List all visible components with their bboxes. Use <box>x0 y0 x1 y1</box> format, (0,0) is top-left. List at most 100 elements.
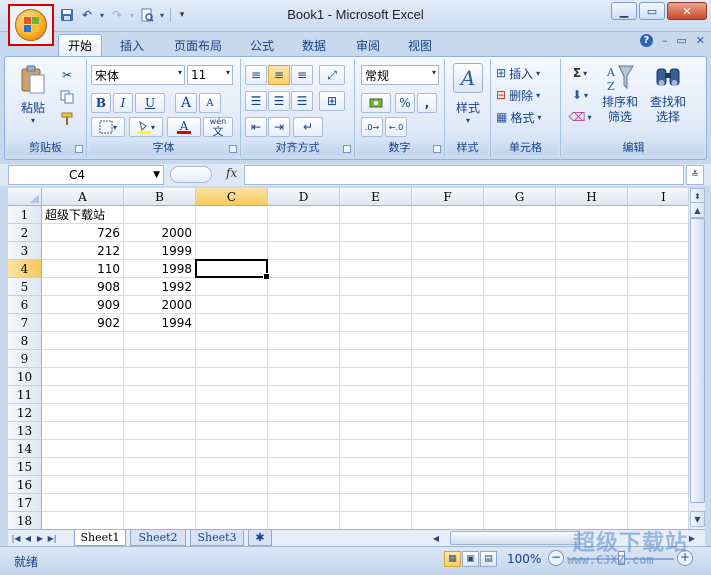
cell-f15[interactable] <box>412 458 484 476</box>
column-header-g[interactable]: G <box>484 188 556 206</box>
prev-sheet-icon[interactable]: ◀ <box>22 531 34 545</box>
cell-b18[interactable] <box>124 512 196 529</box>
cell-g4[interactable] <box>484 260 556 278</box>
cell-i18[interactable] <box>628 512 688 529</box>
formula-input[interactable] <box>244 165 684 185</box>
copy-icon[interactable] <box>57 87 77 107</box>
cell-f18[interactable] <box>412 512 484 529</box>
italic-button[interactable]: I <box>113 93 133 113</box>
row-header-12[interactable]: 12 <box>8 404 42 422</box>
row-header-10[interactable]: 10 <box>8 368 42 386</box>
accounting-format-icon[interactable] <box>361 93 391 113</box>
cell-i5[interactable] <box>628 278 688 296</box>
cell-b3[interactable]: 1999 <box>124 242 196 260</box>
cell-e9[interactable] <box>340 350 412 368</box>
cell-d7[interactable] <box>268 314 340 332</box>
cell-g17[interactable] <box>484 494 556 512</box>
cell-b4[interactable]: 1998 <box>124 260 196 278</box>
percent-button[interactable]: % <box>395 93 415 113</box>
cell-d12[interactable] <box>268 404 340 422</box>
cell-a15[interactable] <box>42 458 124 476</box>
sheet-tab-1[interactable]: Sheet1 <box>74 530 126 546</box>
cell-a6[interactable]: 909 <box>42 296 124 314</box>
row-header-14[interactable]: 14 <box>8 440 42 458</box>
cell-e4[interactable] <box>340 260 412 278</box>
cell-f11[interactable] <box>412 386 484 404</box>
next-sheet-icon[interactable]: ▶ <box>34 531 46 545</box>
workbook-minimize-icon[interactable]: – <box>662 34 668 47</box>
cell-c1[interactable] <box>196 206 268 224</box>
cell-c11[interactable] <box>196 386 268 404</box>
cell-g5[interactable] <box>484 278 556 296</box>
cell-i2[interactable] <box>628 224 688 242</box>
cell-i12[interactable] <box>628 404 688 422</box>
cell-a11[interactable] <box>42 386 124 404</box>
cell-i4[interactable] <box>628 260 688 278</box>
row-header-9[interactable]: 9 <box>8 350 42 368</box>
merge-center-icon[interactable]: ⊞ <box>319 91 345 111</box>
cell-c18[interactable] <box>196 512 268 529</box>
cell-g2[interactable] <box>484 224 556 242</box>
cell-i9[interactable] <box>628 350 688 368</box>
cell-a17[interactable] <box>42 494 124 512</box>
cell-c12[interactable] <box>196 404 268 422</box>
cell-b7[interactable]: 1994 <box>124 314 196 332</box>
row-header-18[interactable]: 18 <box>8 512 42 529</box>
sheet-tab-2[interactable]: Sheet2 <box>130 530 186 546</box>
scroll-left-icon[interactable]: ◀ <box>430 531 442 545</box>
worksheet-grid[interactable]: A B C D E F G H I 1 超级下载站 2 726 2000 3 212 1999 4 110 1998 5… <box>8 188 688 529</box>
insert-cells-button[interactable]: ⊞ 插入 ▾ <box>495 63 555 83</box>
borders-button[interactable]: ▾ <box>91 117 125 137</box>
close-button[interactable]: ✕ <box>667 2 707 20</box>
alignment-launcher-icon[interactable] <box>343 145 351 153</box>
cell-e1[interactable] <box>340 206 412 224</box>
cell-g3[interactable] <box>484 242 556 260</box>
cell-a12[interactable] <box>42 404 124 422</box>
office-button[interactable] <box>8 4 54 46</box>
cell-f14[interactable] <box>412 440 484 458</box>
cell-h3[interactable] <box>556 242 628 260</box>
grow-font-button[interactable]: A <box>175 93 197 113</box>
cell-d9[interactable] <box>268 350 340 368</box>
cell-f5[interactable] <box>412 278 484 296</box>
tab-insert[interactable]: 插入 <box>110 34 154 56</box>
row-header-11[interactable]: 11 <box>8 386 42 404</box>
wrap-text-icon[interactable]: ↵ <box>293 117 323 137</box>
cell-e15[interactable] <box>340 458 412 476</box>
cell-a3[interactable]: 212 <box>42 242 124 260</box>
cell-b15[interactable] <box>124 458 196 476</box>
cell-a18[interactable] <box>42 512 124 529</box>
row-header-5[interactable]: 5 <box>8 278 42 296</box>
cell-g18[interactable] <box>484 512 556 529</box>
row-header-2[interactable]: 2 <box>8 224 42 242</box>
cell-h8[interactable] <box>556 332 628 350</box>
row-header-8[interactable]: 8 <box>8 332 42 350</box>
cell-a1[interactable]: 超级下载站 <box>42 206 124 224</box>
cell-e6[interactable] <box>340 296 412 314</box>
vertical-scroll-thumb[interactable] <box>690 218 705 503</box>
cell-c13[interactable] <box>196 422 268 440</box>
align-bottom-icon[interactable]: ≡ <box>291 65 313 85</box>
zoom-out-icon[interactable]: − <box>548 550 564 566</box>
row-header-15[interactable]: 15 <box>8 458 42 476</box>
cell-a4[interactable]: 110 <box>42 260 124 278</box>
cell-g11[interactable] <box>484 386 556 404</box>
cell-f13[interactable] <box>412 422 484 440</box>
insert-sheet-icon[interactable]: ✱ <box>248 530 272 546</box>
cell-g12[interactable] <box>484 404 556 422</box>
cell-e13[interactable] <box>340 422 412 440</box>
formula-bar-handle[interactable] <box>170 166 212 183</box>
cell-d3[interactable] <box>268 242 340 260</box>
cell-e18[interactable] <box>340 512 412 529</box>
column-header-b[interactable]: B <box>124 188 196 206</box>
cell-i6[interactable] <box>628 296 688 314</box>
clear-button[interactable]: ⌫ ▾ <box>565 107 595 127</box>
column-header-e[interactable]: E <box>340 188 412 206</box>
align-left-icon[interactable]: ☰ <box>245 91 267 111</box>
scroll-down-icon[interactable]: ▼ <box>690 511 705 527</box>
increase-indent-icon[interactable]: ⇥ <box>268 117 290 137</box>
cell-b9[interactable] <box>124 350 196 368</box>
find-select-button[interactable]: 查找和 选择 <box>645 63 691 125</box>
cell-c15[interactable] <box>196 458 268 476</box>
cell-h14[interactable] <box>556 440 628 458</box>
